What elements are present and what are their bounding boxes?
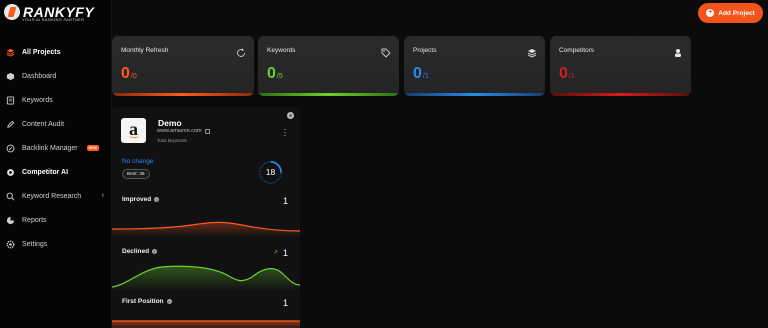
users-icon <box>673 45 683 57</box>
stat-card-projects: Projects 0/1 <box>404 36 545 96</box>
sidebar-item-label: All Projects <box>22 48 61 56</box>
sidebar-item-reports[interactable]: Reports <box>0 208 112 232</box>
sidebar-item-dashboard[interactable]: Dashboard <box>0 64 112 88</box>
app-root: RANKYFY YOUR AI RANKING PARTNER All Proj… <box>0 0 768 328</box>
refresh-icon[interactable] <box>236 45 246 57</box>
metric-declined-label: Declined i <box>122 248 158 255</box>
metric-improved-value: 1 <box>282 196 288 206</box>
stat-value-main: 0 <box>559 65 568 82</box>
brand-tagline: YOUR AI RANKING PARTNER <box>22 17 85 22</box>
stat-value-main: 0 <box>121 65 130 82</box>
stat-title: Competitors <box>559 47 595 54</box>
stat-value-sub: /1 <box>422 73 429 80</box>
project-url[interactable]: www.amazon.com <box>157 128 210 134</box>
stat-value: 0/5 <box>267 65 283 83</box>
book-icon <box>6 95 15 105</box>
stat-title: Monthly Refresh <box>121 47 169 54</box>
metric-label-text: Improved <box>122 196 152 203</box>
stat-value-sub: /0 <box>130 73 137 80</box>
sidebar-item-label: Reports <box>22 216 47 224</box>
project-logo: a <box>121 118 146 143</box>
rank-ring: 18 <box>258 160 283 185</box>
project-name: Demo <box>158 118 182 128</box>
stat-card-keywords: Keywords 0/5 <box>258 36 399 96</box>
stack-icon <box>6 48 15 57</box>
plus-icon: + <box>706 9 715 17</box>
rank-ring-value: 18 <box>265 167 276 177</box>
sidebar: RANKYFY YOUR AI RANKING PARTNER All Proj… <box>0 0 112 328</box>
improved-trend-wave <box>112 221 300 237</box>
sidebar-item-label: Backlink Manager <box>22 144 78 152</box>
pie-chart-icon <box>6 216 15 225</box>
sidebar-item-label: Keyword Research <box>22 192 82 200</box>
stat-value-sub: /1 <box>568 73 575 80</box>
trend-up-icon: ↗ <box>272 250 278 256</box>
change-status: No change <box>122 158 154 165</box>
sidebar-nav: All Projects Dashboard Keywords Content … <box>0 40 112 256</box>
layers-icon <box>527 45 537 58</box>
stat-value-main: 0 <box>267 65 276 82</box>
cube-icon <box>6 72 15 81</box>
sidebar-item-all-projects[interactable]: All Projects <box>0 40 112 64</box>
stat-value: 0/1 <box>559 65 575 83</box>
stat-value-main: 0 <box>413 65 422 82</box>
sidebar-item-label: Competitor AI <box>22 168 69 176</box>
sidebar-item-label: Keywords <box>22 96 53 104</box>
chevron-right-icon[interactable]: › <box>102 192 104 199</box>
amazon-smile-icon <box>129 135 139 138</box>
metric-first-position-value: 1 <box>282 298 288 308</box>
total-keywords-label: Total keywords <box>157 138 187 143</box>
sidebar-item-keyword-research[interactable]: Keyword Research › <box>0 184 112 208</box>
sidebar-item-label: Dashboard <box>22 72 57 80</box>
project-url-text: www.amazon.com <box>157 128 202 134</box>
link-icon <box>6 144 15 153</box>
stat-value: 0/1 <box>413 65 429 83</box>
sidebar-item-label: Settings <box>22 240 48 248</box>
metric-improved-label: Improved i <box>122 196 160 203</box>
sidebar-item-content-audit[interactable]: Content Audit <box>0 112 112 136</box>
stat-title: Keywords <box>267 47 296 54</box>
new-badge: NEW <box>86 145 99 151</box>
project-card[interactable]: a Demo www.amazon.com Total keywords · · ·… <box>112 107 300 328</box>
add-project-button[interactable]: + Add Project <box>698 3 763 23</box>
first-position-trend-wave <box>112 320 300 328</box>
external-link-icon <box>204 128 210 134</box>
sidebar-item-settings[interactable]: Settings <box>0 232 112 256</box>
tag-icon <box>381 45 391 58</box>
gear-icon <box>6 240 15 249</box>
pencil-icon <box>6 120 15 129</box>
sidebar-item-competitor-ai[interactable]: Competitor AI <box>0 160 112 184</box>
ai-icon <box>6 168 15 177</box>
stat-value-sub: /5 <box>276 73 283 80</box>
best-rank-badge: Best: 38 <box>122 169 150 179</box>
more-options-icon[interactable]: · · · <box>283 125 287 140</box>
search-icon <box>6 192 15 201</box>
declined-trend-wave <box>112 265 300 291</box>
stat-title: Projects <box>413 47 437 54</box>
info-icon[interactable]: i <box>154 197 160 202</box>
stat-card-monthly-refresh: Monthly Refresh 0/0 <box>112 36 254 96</box>
logo-mark-icon <box>4 4 20 20</box>
metric-label-text: Declined <box>122 248 150 255</box>
metric-first-position-label: First Position i <box>122 298 172 305</box>
status-dot-icon <box>287 112 294 119</box>
stat-value: 0/0 <box>121 65 137 83</box>
info-icon[interactable]: i <box>152 249 158 254</box>
metric-label-text: First Position <box>122 298 164 305</box>
sidebar-item-label: Content Audit <box>22 120 65 128</box>
stat-card-competitors: Competitors 0/1 <box>550 36 691 96</box>
sidebar-item-keywords[interactable]: Keywords <box>0 88 112 112</box>
add-project-label: Add Project <box>718 9 755 17</box>
info-icon[interactable]: i <box>166 299 172 304</box>
sidebar-item-backlink-manager[interactable]: Backlink Manager NEW <box>0 136 112 160</box>
